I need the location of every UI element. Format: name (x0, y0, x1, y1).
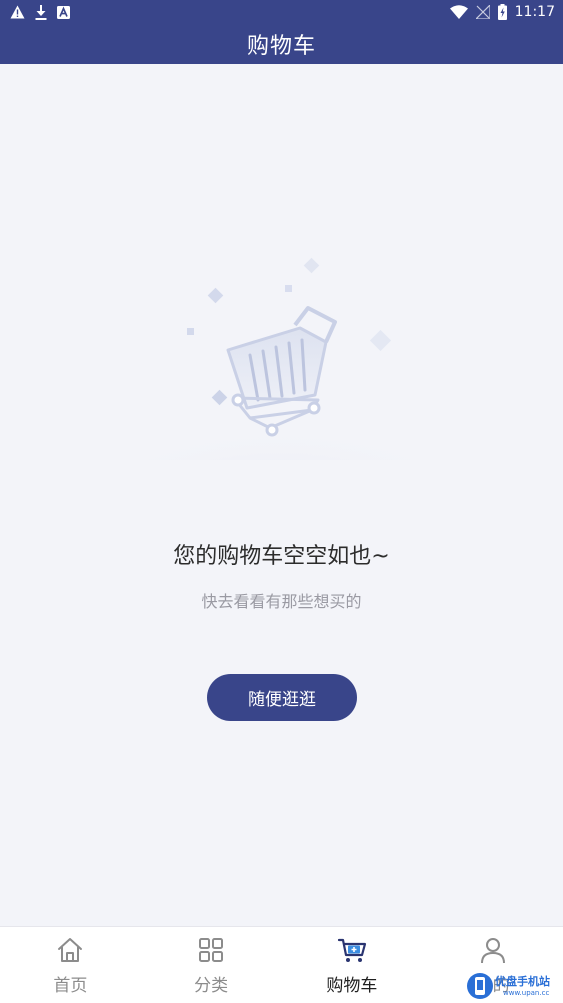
download-icon (35, 4, 47, 20)
browse-button[interactable]: 随便逛逛 (207, 674, 357, 721)
watermark-text: 优盘手机站 (495, 975, 550, 988)
nav-item-cart[interactable]: 购物车 (282, 927, 423, 1003)
battery-charging-icon (497, 4, 507, 20)
empty-cart-illustration (130, 250, 430, 510)
no-signal-icon (475, 5, 490, 19)
status-bar: 11:17 (0, 0, 563, 24)
cart-icon (337, 935, 367, 965)
nav-item-category[interactable]: 分类 (141, 927, 282, 1003)
grid-icon (196, 935, 226, 965)
app-header: 购物车 (0, 24, 563, 64)
font-a-icon (57, 5, 70, 19)
nav-label-cart: 购物车 (326, 976, 378, 996)
user-icon (478, 935, 508, 965)
status-time: 11:17 (514, 4, 555, 20)
watermark: 优盘手机站 www.upan.cc (463, 970, 563, 1002)
nav-label-home: 首页 (53, 976, 88, 996)
status-right-icons: 11:17 (449, 3, 555, 21)
watermark-logo-icon (467, 973, 493, 999)
status-left-icons (10, 4, 70, 20)
empty-cart-subtitle: 快去看看有那些想买的 (201, 592, 362, 611)
nav-item-home[interactable]: 首页 (0, 927, 141, 1003)
wifi-icon (449, 5, 468, 19)
watermark-url: www.upan.cc (503, 989, 550, 997)
warning-icon (10, 5, 25, 19)
home-icon (55, 935, 85, 965)
nav-label-category: 分类 (194, 976, 229, 996)
empty-cart-title: 您的购物车空空如也~ (173, 544, 390, 569)
page-title: 购物车 (246, 34, 316, 59)
